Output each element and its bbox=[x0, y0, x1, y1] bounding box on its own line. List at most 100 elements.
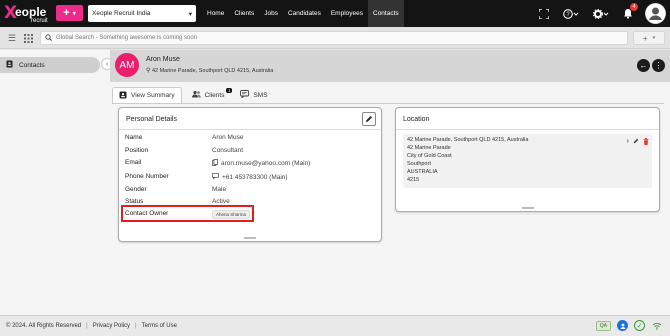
detail-value[interactable]: +61 453783300 (Main) bbox=[212, 173, 288, 181]
detail-label: Status bbox=[125, 198, 144, 205]
main-nav: Home Clients Jobs Candidates Employees C… bbox=[202, 0, 404, 27]
tab-sms[interactable]: SMS bbox=[234, 87, 273, 103]
more-options-button[interactable]: ⋮ bbox=[652, 59, 665, 72]
nav-contacts[interactable]: Contacts bbox=[368, 0, 404, 27]
company-select-value: Xeople Recruit India bbox=[92, 10, 151, 17]
detail-row-status: Status Active bbox=[125, 198, 230, 205]
logo-name: eople bbox=[15, 5, 47, 19]
address-line: 4215 bbox=[407, 177, 420, 183]
address-line: AUSTRALIA bbox=[407, 169, 438, 175]
contact-address: ⚲ 42 Marine Parade, Southport QLD 4215, … bbox=[146, 67, 273, 74]
detail-value[interactable]: aron.muse@yahoo.com (Main) bbox=[212, 159, 310, 168]
chevron-left-icon: ‹ bbox=[105, 60, 109, 68]
environment-badge: QA bbox=[595, 320, 611, 331]
nav-jobs[interactable]: Jobs bbox=[259, 0, 283, 27]
phone-value[interactable]: +61 453783300 (Main) bbox=[222, 174, 288, 181]
notifications-button[interactable]: 4 bbox=[623, 3, 638, 19]
sidebar: Contacts bbox=[0, 50, 110, 315]
card-divider bbox=[119, 129, 381, 130]
pencil-icon bbox=[366, 116, 372, 122]
nav-home[interactable]: Home bbox=[202, 0, 229, 27]
sms-icon[interactable] bbox=[212, 173, 219, 181]
detail-row-gender: Gender Male bbox=[125, 186, 226, 193]
chevron-down-icon: ▾ bbox=[188, 10, 192, 18]
arrow-left-icon: ← bbox=[639, 61, 648, 70]
detail-row-phone: Phone Number +61 453783300 (Main) bbox=[125, 173, 288, 181]
wifi-icon bbox=[651, 320, 662, 331]
search-icon bbox=[45, 33, 52, 43]
detail-label: Email bbox=[125, 159, 142, 166]
address-line: City of Gold Coast bbox=[407, 153, 452, 159]
user-avatar[interactable] bbox=[645, 3, 666, 24]
contact-address-text: 42 Marine Parade, Southport QLD 4215, Au… bbox=[151, 68, 274, 74]
privacy-policy-link[interactable]: Privacy Policy bbox=[93, 323, 130, 329]
check-circle-icon[interactable]: ✓ bbox=[634, 320, 645, 331]
back-button[interactable]: ← bbox=[637, 59, 650, 72]
help-icon[interactable]: ? bbox=[563, 8, 579, 19]
address-line: 42 Marine Parade, Southport QLD 4215, Au… bbox=[407, 137, 529, 143]
footer-separator: | bbox=[135, 323, 137, 329]
footer-links: © 2024. All Rights Reserved | Privacy Po… bbox=[6, 323, 177, 329]
list-view-icon[interactable]: ☰ bbox=[6, 32, 18, 44]
nav-employees[interactable]: Employees bbox=[326, 0, 368, 27]
map-pin-icon: ⚲ bbox=[146, 68, 151, 74]
copy-icon[interactable] bbox=[212, 159, 218, 168]
notification-badge: 4 bbox=[630, 3, 638, 11]
tab-view-summary[interactable]: View Summary bbox=[112, 87, 182, 103]
global-search-input[interactable]: Global Search - Something awesome is com… bbox=[40, 31, 628, 45]
plus-icon: + bbox=[642, 33, 648, 43]
tab-label: SMS bbox=[253, 91, 268, 99]
logo-sub: recruit bbox=[31, 18, 48, 24]
resize-handle[interactable] bbox=[244, 237, 256, 239]
terms-of-use-link[interactable]: Terms of Use bbox=[142, 323, 177, 329]
detail-value: Consultant bbox=[212, 147, 244, 154]
user-icon bbox=[645, 3, 666, 24]
footer-separator: | bbox=[86, 323, 88, 329]
tab-label: View Summary bbox=[131, 92, 175, 99]
detail-label: Gender bbox=[125, 186, 147, 193]
tab-clients[interactable]: Clients 1 bbox=[186, 87, 233, 103]
detail-label: Phone Number bbox=[125, 173, 169, 180]
fullscreen-icon[interactable] bbox=[539, 8, 549, 19]
detail-row-name: Name Aron Muse bbox=[125, 134, 243, 141]
chevron-down-icon: ▾ bbox=[72, 10, 76, 17]
highlight-box bbox=[121, 205, 254, 222]
search-placeholder: Global Search - Something awesome is com… bbox=[56, 35, 198, 41]
nav-clients[interactable]: Clients bbox=[229, 0, 259, 27]
sidebar-item-label: Contacts bbox=[19, 61, 45, 69]
settings-icon[interactable] bbox=[593, 8, 609, 19]
detail-value: Male bbox=[212, 186, 227, 193]
search-row: ☰ Global Search - Something awesome is c… bbox=[0, 27, 670, 49]
card-title: Personal Details bbox=[126, 116, 177, 123]
chevron-down-icon: ▾ bbox=[652, 35, 656, 41]
users-icon bbox=[191, 90, 201, 100]
address-actions: › bbox=[627, 138, 649, 147]
detail-label: Name bbox=[125, 134, 143, 141]
contact-header bbox=[110, 50, 670, 82]
plus-icon: + bbox=[63, 7, 70, 19]
location-card: Location 42 Marine Parade, Southport QLD… bbox=[395, 107, 660, 212]
grid-view-icon[interactable] bbox=[22, 32, 34, 44]
tab-label: Clients bbox=[204, 91, 225, 99]
top-navbar: X eople recruit + ▾ Xeople Recruit India… bbox=[0, 0, 670, 27]
detail-row-email: Email aron.muse@yahoo.com (Main) bbox=[125, 159, 310, 168]
card-title: Location bbox=[403, 116, 430, 123]
pencil-icon[interactable] bbox=[633, 138, 639, 147]
add-filter-button[interactable]: + ▾ bbox=[633, 31, 665, 45]
company-select[interactable]: Xeople Recruit India ▾ bbox=[88, 5, 196, 22]
user-info-icon[interactable] bbox=[617, 320, 628, 331]
footer: © 2024. All Rights Reserved | Privacy Po… bbox=[0, 315, 670, 336]
email-value[interactable]: aron.muse@yahoo.com (Main) bbox=[221, 160, 310, 167]
nav-candidates[interactable]: Candidates bbox=[283, 0, 326, 27]
footer-icons: QA ✓ bbox=[595, 320, 662, 331]
trash-icon[interactable] bbox=[643, 138, 649, 147]
contact-avatar: AM bbox=[115, 53, 139, 77]
address-line: 42 Marine Parade bbox=[407, 145, 451, 151]
edit-personal-button[interactable] bbox=[362, 112, 376, 126]
sidebar-item-contacts[interactable]: Contacts bbox=[0, 57, 100, 73]
message-icon bbox=[240, 90, 250, 100]
resize-handle[interactable] bbox=[521, 207, 534, 209]
chevron-right-icon[interactable]: › bbox=[627, 138, 629, 147]
quick-add-button[interactable]: + ▾ bbox=[56, 5, 83, 21]
brand-logo[interactable]: X eople recruit bbox=[4, 3, 50, 25]
